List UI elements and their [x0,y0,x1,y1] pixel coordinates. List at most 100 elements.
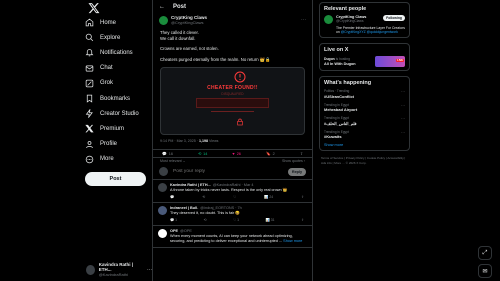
warning-icon [234,71,246,83]
post-meta: 9:14 PM · Mar 3, 2025 · 1,198 Views [153,137,312,145]
heart-icon[interactable]: ♡ [233,195,236,199]
following-button[interactable]: Following [383,15,405,21]
reply-icon: 💬 [162,152,167,157]
author-handle[interactable]: @CryptKingClaws [171,20,207,25]
nav-chat[interactable]: Chat [85,61,139,76]
reply-author[interactable]: Indraneel | Bull. [170,206,198,210]
account-name: Kavindra Rathi | ETH... [98,262,134,272]
bookmark-action[interactable]: 🔖 2 [266,151,275,157]
nav-notifications[interactable]: Notifications [85,45,139,60]
trend-more-icon[interactable]: ··· [401,116,405,121]
x-logo-icon[interactable] [88,2,100,14]
share-icon: ⇧ [299,152,303,157]
x-icon [85,124,94,133]
reply-author[interactable]: OPE [170,229,178,233]
relevant-people-card: Relevant people CryptKing Claws @CryptKi… [319,2,410,39]
reply-handle: @indraj_EORTONS · 7h [200,206,242,211]
reply-avatar[interactable] [158,183,167,193]
nav-profile[interactable]: Profile [85,137,139,152]
person-handle: @CryptKingClaws [336,19,364,23]
reply-icon[interactable]: 💬 [170,195,174,199]
nav-explore[interactable]: Explore [85,30,139,45]
post-line: Crowns are earned, not stolen. [160,46,219,52]
grok-icon: ⤢ [482,249,488,256]
reply-author[interactable]: Kavindra Rathi | ETH... [170,183,211,187]
post-more-icon[interactable]: ··· [301,17,306,23]
lightning-icon [85,109,94,119]
show-more-link[interactable]: Show more [324,143,405,147]
account-switcher[interactable]: Kavindra Rathi | ETH... @KavindraRathi ·… [86,262,152,277]
post-actions: 💬 16 ⟲ 14 ♥ 26 🔖 2 ⇧ [153,149,312,159]
like-action[interactable]: ♥ 26 [232,152,241,156]
reply-input[interactable] [173,169,288,175]
trend-more-icon[interactable]: ··· [401,130,405,135]
reply-avatar[interactable] [158,228,167,238]
author-avatar[interactable] [159,15,168,25]
space-thumbnail: LIVE [375,56,405,68]
heart-icon[interactable]: ♡ 1 [233,218,239,222]
person-bio: The Premier Infrastructure Layer For Cre… [336,26,405,35]
messages-fab[interactable]: ✉ [478,264,492,278]
nav-bookmarks[interactable]: Bookmarks [85,91,139,106]
host-name: Dugon [324,57,335,62]
show-more-link[interactable]: Show more [283,239,302,243]
nav-more[interactable]: More [85,152,139,167]
chat-icon [85,64,94,73]
post-media[interactable]: CHEATER FOUND!! DISQUALIFIED [160,67,305,136]
live-space[interactable]: Dugon is hosting All In With Dugon LIVE [324,56,405,68]
show-quotes-link[interactable]: Show quotes › [282,159,305,163]
grok-fab[interactable]: ⤢ [478,246,492,260]
reply-button[interactable]: Reply [288,167,306,176]
avatar [159,167,168,177]
person-icon [85,140,94,149]
sort-dropdown[interactable]: Most relevant ⌄ [160,159,186,163]
trend-item[interactable]: Trending in Egypt #Kuwaits ··· [324,130,405,140]
grok-icon [85,79,94,88]
share-icon[interactable]: ⇧ [301,195,304,199]
trend-more-icon[interactable]: ··· [401,103,405,108]
nav-premium[interactable]: Premium [85,121,139,136]
reply-item[interactable]: OPE @OPE When every moment counts, AI can… [153,226,312,248]
reply-item[interactable]: Indraneel | Bull. @indraj_EORTONS · 7h Th… [153,203,312,226]
nav-creator-studio[interactable]: Creator Studio [85,106,139,121]
media-subtitle: DISQUALIFIED [221,92,244,97]
repost-icon: ⟲ [197,152,202,157]
post-button[interactable]: Post [85,172,146,186]
reply-item[interactable]: Kavindra Rathi | ETH... @KavindraRathi · … [153,180,312,204]
repost-action[interactable]: ⟲ 14 [197,151,207,157]
reply-text: They deserved it, no doubt. This is fair… [170,211,241,216]
account-handle: @KavindraRathi [98,272,128,277]
nav-grok[interactable]: Grok [85,76,139,91]
views-icon[interactable]: 📊 24 [264,195,273,199]
views-icon[interactable]: 📊 31 [266,218,275,222]
post-author: CryptKing Claws @CryptKingClaws ··· [153,14,312,26]
share-action[interactable]: ⇧ [300,151,303,156]
reply-action[interactable]: 💬 16 [162,151,173,157]
repost-icon[interactable]: ⟲ [202,195,205,199]
nav-home[interactable]: Home [85,15,139,30]
avatar[interactable] [324,15,333,24]
share-icon[interactable]: ⇧ [301,218,304,222]
left-sidebar: Home Explore Notifications Chat Grok Boo… [0,0,152,281]
reply-actions: 💬 ⟲ ♡ 📊 24 ⇧ [170,195,307,199]
media-title: CHEATER FOUND!! [207,85,258,92]
back-arrow-icon[interactable]: ← [159,4,165,10]
bell-icon [85,48,94,57]
reply-icon[interactable]: 💬 1 [170,218,177,222]
reply-text: A throne taken by tricks never lasts. Re… [170,188,288,193]
reply-avatar[interactable] [158,206,167,216]
trend-item[interactable]: Trending in Egypt Mehrabad Airport ··· [324,103,405,113]
trend-more-icon[interactable]: ··· [401,89,405,94]
space-title: All In With Dugon [324,62,356,67]
lock-icon [237,119,243,126]
card-title: Live on X [324,47,349,54]
page-title: Post [173,4,187,10]
media-divider [211,111,254,113]
trend-item[interactable]: Politics · Trending #USIranConflict ··· [324,89,405,99]
footer-links[interactable]: Terms of Service | Privacy Policy | Cook… [319,156,410,165]
post-body: They called it clever. We call it downfa… [153,26,312,62]
whats-happening-card: What's happening Politics · Trending #USI… [319,76,410,152]
post-timestamp[interactable]: 9:14 PM · Mar 3, 2025 · [160,139,198,143]
trend-item[interactable]: Trending in Egypt #فلم_الناس_الحلف ··· [324,116,405,126]
repost-icon[interactable]: ⟲ [204,218,207,222]
